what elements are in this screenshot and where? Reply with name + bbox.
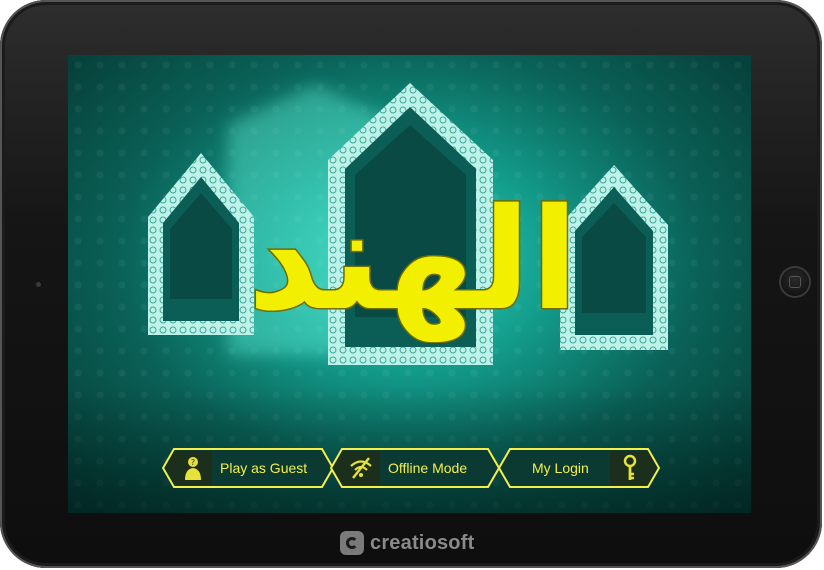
creatiosoft-logo-icon	[340, 531, 364, 555]
svg-text:?: ?	[191, 458, 195, 467]
play-as-guest-label: Play as Guest	[220, 460, 308, 476]
offline-mode-label: Offline Mode	[388, 460, 468, 476]
game-logo: الهند	[246, 178, 580, 344]
brand-name: creatiosoft	[370, 531, 475, 554]
home-button[interactable]	[781, 268, 809, 296]
svg-text:الهند: الهند	[248, 179, 579, 343]
no-wifi-icon	[346, 454, 376, 482]
brand-watermark: creatiosoft	[340, 531, 474, 555]
offline-mode-button[interactable]: Offline Mode	[330, 448, 500, 488]
my-login-button[interactable]: My Login	[498, 448, 660, 488]
game-screen: الهند ? Play as Guest Offline Mode My Lo…	[68, 55, 751, 513]
key-icon	[615, 454, 645, 482]
tablet-frame: الهند ? Play as Guest Offline Mode My Lo…	[0, 0, 822, 568]
my-login-label: My Login	[532, 460, 589, 476]
camera	[36, 282, 41, 287]
guest-icon: ?	[178, 454, 208, 482]
play-as-guest-button[interactable]: ? Play as Guest	[162, 448, 334, 488]
